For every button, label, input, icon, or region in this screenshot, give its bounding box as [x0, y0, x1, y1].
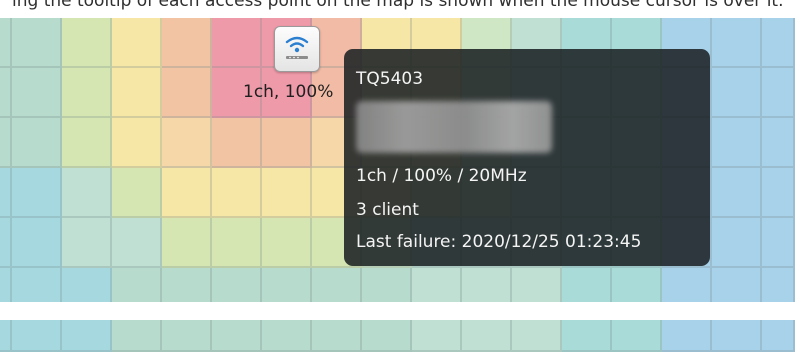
- heatmap-cell: [12, 118, 62, 168]
- heatmap-cell: [0, 218, 12, 268]
- heatmap-cell: [12, 218, 62, 268]
- heatmap-cell: [0, 168, 12, 218]
- heatmap-cell: [762, 68, 795, 118]
- heatmap-cell: [712, 118, 762, 168]
- access-point-tooltip: TQ5403 1ch / 100% / 20MHz 3 client Last …: [344, 49, 710, 266]
- heatmap-cell: [62, 218, 112, 268]
- wifi-icon: [285, 36, 309, 59]
- heatmap-cell: [62, 318, 112, 352]
- heatmap-cell: [162, 218, 212, 268]
- heatmap-cell: [762, 168, 795, 218]
- tooltip-channel-info: 1ch / 100% / 20MHz: [356, 166, 527, 186]
- heatmap-cell: [0, 68, 12, 118]
- heatmap-cell: [12, 168, 62, 218]
- heatmap-cell: [762, 18, 795, 68]
- heatmap-cell: [712, 168, 762, 218]
- heatmap-cell: [112, 318, 162, 352]
- heatmap-cell: [62, 168, 112, 218]
- heatmap-cell: [762, 118, 795, 168]
- bottom-margin: [0, 302, 795, 320]
- heatmap-cell: [12, 318, 62, 352]
- tooltip-ap-name: TQ5403: [356, 69, 424, 89]
- heatmap-cell: [262, 218, 312, 268]
- heatmap-cell: [112, 218, 162, 268]
- heatmap-cell: [762, 218, 795, 268]
- heatmap-cell: [62, 118, 112, 168]
- heatmap-cell: [462, 318, 512, 352]
- heatmap-cell: [212, 168, 262, 218]
- heatmap-cell: [162, 318, 212, 352]
- heatmap-cell: [212, 118, 262, 168]
- heatmap-cell: [262, 318, 312, 352]
- heatmap-cell: [162, 18, 212, 68]
- heatmap-cell: [512, 318, 562, 352]
- heatmap-cell: [212, 218, 262, 268]
- redacted-blur: [356, 101, 552, 153]
- caption-strip: ing the tooltip of each access point on …: [0, 0, 795, 18]
- heatmap-cell: [762, 318, 795, 352]
- heatmap-cell: [712, 218, 762, 268]
- tooltip-last-failure: Last failure: 2020/12/25 01:23:45: [356, 232, 642, 252]
- heatmap-cell: [562, 318, 612, 352]
- heatmap-cell: [112, 68, 162, 118]
- heatmap-cell: [162, 118, 212, 168]
- heatmap-cell: [362, 318, 412, 352]
- heatmap-cell: [12, 68, 62, 118]
- heatmap-cell: [612, 318, 662, 352]
- heatmap-cell: [212, 18, 262, 68]
- heatmap-cell: [712, 318, 762, 352]
- heatmap-cell: [112, 168, 162, 218]
- heatmap-cell: [0, 18, 12, 68]
- heatmap-cell: [262, 118, 312, 168]
- tooltip-clients: 3 client: [356, 200, 419, 220]
- heatmap-cell: [212, 318, 262, 352]
- heatmap-cell: [412, 318, 462, 352]
- heatmap-cell: [262, 168, 312, 218]
- heatmap-cell: [62, 68, 112, 118]
- caption-text: ing the tooltip of each access point on …: [12, 0, 784, 11]
- heatmap-cell: [712, 68, 762, 118]
- heatmap-cell: [112, 18, 162, 68]
- heatmap-cell: [0, 318, 12, 352]
- heatmap-cell: [712, 18, 762, 68]
- heatmap-cell: [662, 318, 712, 352]
- heatmap-cell: [162, 68, 212, 118]
- heatmap-cell: [112, 118, 162, 168]
- heatmap-cell: [162, 168, 212, 218]
- heatmap-cell: [62, 18, 112, 68]
- heatmap-cell: [312, 318, 362, 352]
- heatmap-cell: [12, 18, 62, 68]
- access-point-button[interactable]: [274, 26, 320, 72]
- access-point-label: 1ch, 100%: [243, 82, 334, 102]
- heatmap-cell: [0, 118, 12, 168]
